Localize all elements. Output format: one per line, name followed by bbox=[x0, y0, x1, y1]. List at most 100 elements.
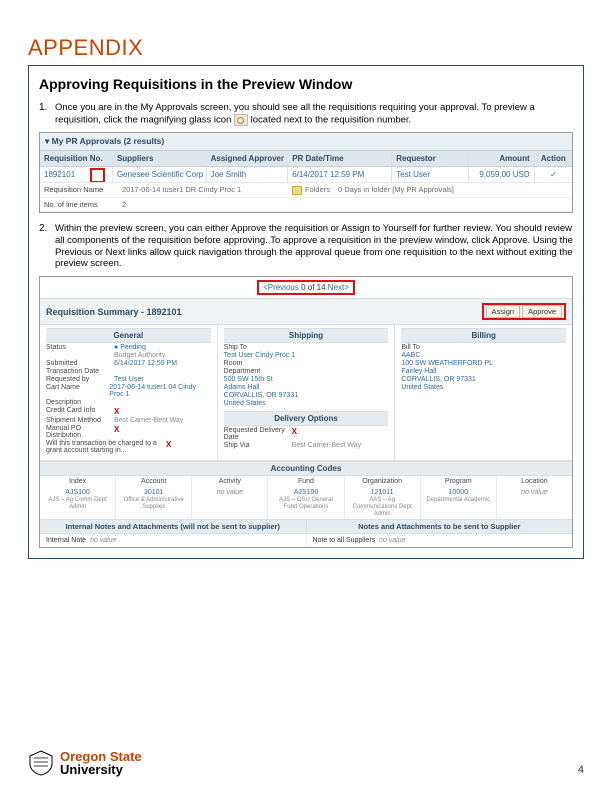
table-header: Requisition No. Suppliers Assigned Appro… bbox=[40, 150, 572, 167]
sub: AAS – Ag Communications Dept Admin bbox=[353, 497, 412, 517]
detail-label: Requisition Name bbox=[44, 185, 122, 195]
pager: <Previous 0 of 14 Next> bbox=[40, 277, 572, 298]
h-fund: Fund bbox=[268, 476, 344, 487]
h-acct: Account bbox=[116, 476, 192, 487]
addr: United States bbox=[224, 400, 266, 407]
sub: Departmental Academic bbox=[426, 497, 490, 503]
k: Submitted bbox=[46, 360, 114, 367]
magnifier-icon bbox=[234, 114, 248, 126]
v-loc: no value bbox=[497, 487, 572, 519]
v: Test User Cindy Proc 1 bbox=[224, 352, 296, 359]
page-number: 4 bbox=[578, 764, 584, 776]
notes-headers: Internal Notes and Attachments (will not… bbox=[40, 519, 572, 534]
osu-logo: Oregon State University bbox=[28, 750, 142, 776]
prev-link[interactable]: <Previous bbox=[263, 283, 299, 292]
col-amount: Amount bbox=[469, 151, 535, 166]
v: Test User bbox=[114, 376, 144, 383]
screenshot-approvals-list: ▾ My PR Approvals (2 results) Requisitio… bbox=[39, 132, 573, 213]
billing-col: Billing Bill To AABC 100 SW WEATHERFORD … bbox=[395, 325, 572, 460]
v: no value bbox=[90, 537, 116, 544]
h-index: Index bbox=[40, 476, 116, 487]
h-prog: Program bbox=[421, 476, 497, 487]
billing-head: Billing bbox=[401, 328, 566, 343]
detail-value: 2017-06-14 tuser1 DR Cindy Proc 1 bbox=[122, 185, 292, 195]
req-link[interactable]: 1892101 bbox=[44, 170, 75, 179]
v: ● Pending bbox=[114, 344, 146, 351]
approvals-title-text: My PR Approvals (2 results) bbox=[52, 136, 165, 146]
general-col: General Status● Pending Budget Authority… bbox=[40, 325, 218, 460]
addr: United States bbox=[401, 384, 443, 391]
k: Ship To bbox=[224, 344, 292, 351]
content-box: Approving Requisitions in the Preview Wi… bbox=[28, 65, 584, 559]
cell-requisition[interactable]: 1892101 bbox=[40, 167, 113, 182]
k: Internal Note bbox=[46, 537, 86, 544]
step-2: 2. Within the preview screen, you can ei… bbox=[39, 223, 573, 271]
k: Requested Delivery Date bbox=[224, 427, 292, 441]
footer: Oregon State University 4 bbox=[28, 750, 584, 776]
table-row[interactable]: 1892101 Genesee Scientific Corp Joe Smit… bbox=[40, 167, 572, 183]
sub: Office & Administrative Supplies bbox=[124, 497, 184, 510]
step-1: 1. Once you are in the My Approvals scre… bbox=[39, 102, 573, 126]
k: Transaction Date bbox=[46, 368, 114, 375]
osu-text: Oregon State University bbox=[60, 750, 142, 776]
detail-row: Requisition Name 2017-06-14 tuser1 DR Ci… bbox=[40, 183, 572, 198]
k: Room bbox=[224, 360, 292, 367]
supplier-notes-head: Notes and Attachments to be sent to Supp… bbox=[307, 519, 573, 534]
accounting-values: AJS100AJS – Ag Comm Dept Admin 30101Offi… bbox=[40, 487, 572, 519]
addr: 100 SW WEATHERFORD PL bbox=[401, 360, 493, 367]
val: AJS100 bbox=[294, 489, 319, 496]
cell-amount: 9,059.00 USD bbox=[469, 167, 535, 182]
x-icon: X bbox=[292, 427, 297, 441]
x-icon: X bbox=[166, 440, 171, 454]
col-requisition: Requisition No. bbox=[40, 151, 113, 166]
general-head: General bbox=[46, 328, 211, 343]
sub: AJS – Ag Comm Dept Admin bbox=[48, 497, 106, 510]
k: Status bbox=[46, 344, 114, 351]
k: Cart Name bbox=[46, 384, 109, 398]
k: Shipment Method bbox=[46, 417, 114, 424]
section-title: Approving Requisitions in the Preview Wi… bbox=[39, 76, 573, 92]
sub: AJS – OSU General Fund Operations bbox=[279, 497, 333, 510]
detail-row: No. of line items 2 bbox=[40, 198, 572, 212]
k: Ship Via bbox=[224, 442, 292, 449]
v: AABC bbox=[401, 352, 420, 359]
val: 10000 bbox=[449, 489, 468, 496]
osu-crest-icon bbox=[28, 750, 54, 776]
step-number: 2. bbox=[39, 223, 55, 271]
cell-action[interactable]: ✓ bbox=[535, 167, 572, 182]
approve-button[interactable]: Approve bbox=[522, 305, 562, 318]
folder-icon bbox=[292, 186, 302, 195]
internal-note: Internal Note no value bbox=[40, 534, 307, 547]
addr: 500 SW 15th St bbox=[224, 376, 273, 383]
addr: Fairley Hall bbox=[401, 368, 436, 375]
x-icon: X bbox=[114, 425, 119, 439]
k: Credit Card Info bbox=[46, 407, 114, 416]
summary-title: Requisition Summary - 1892101 bbox=[46, 307, 182, 317]
v-org: 121011AAS – Ag Communications Dept Admin bbox=[345, 487, 421, 519]
v-index: AJS100AJS – Ag Comm Dept Admin bbox=[40, 487, 116, 519]
folders-text: Folders bbox=[305, 185, 330, 194]
status-sub: Budget Authority bbox=[114, 352, 165, 359]
v: 6/14/2017 12:59 PM bbox=[114, 360, 177, 367]
col-action: Action bbox=[535, 151, 572, 166]
cell-datetime: 6/14/2017 12:59 PM bbox=[288, 167, 392, 182]
detail-folders-label: Folders bbox=[292, 185, 338, 195]
appendix-title: APPENDIX bbox=[28, 35, 584, 61]
approvals-title: ▾ My PR Approvals (2 results) bbox=[40, 133, 572, 150]
assign-button[interactable]: Assign bbox=[486, 305, 521, 318]
red-highlight-pager: <Previous 0 of 14 Next> bbox=[257, 280, 355, 295]
col-suppliers: Suppliers bbox=[113, 151, 207, 166]
supplier-note: Note to all Suppliers no value bbox=[307, 534, 573, 547]
cell-approver: Joe Smith bbox=[207, 167, 289, 182]
col-requestor: Requestor bbox=[392, 151, 468, 166]
k bbox=[46, 352, 114, 359]
k: Bill To bbox=[401, 344, 469, 351]
shipping-head: Shipping bbox=[224, 328, 389, 343]
k: Note to all Suppliers bbox=[313, 537, 376, 544]
v-acct: 30101Office & Administrative Supplies bbox=[116, 487, 192, 519]
accounting-headers: Index Account Activity Fund Organization… bbox=[40, 476, 572, 487]
v: Best Carrier-Best Way bbox=[292, 442, 361, 449]
h-org: Organization bbox=[345, 476, 421, 487]
next-link[interactable]: Next> bbox=[328, 283, 349, 292]
osu-line2: University bbox=[60, 763, 142, 776]
